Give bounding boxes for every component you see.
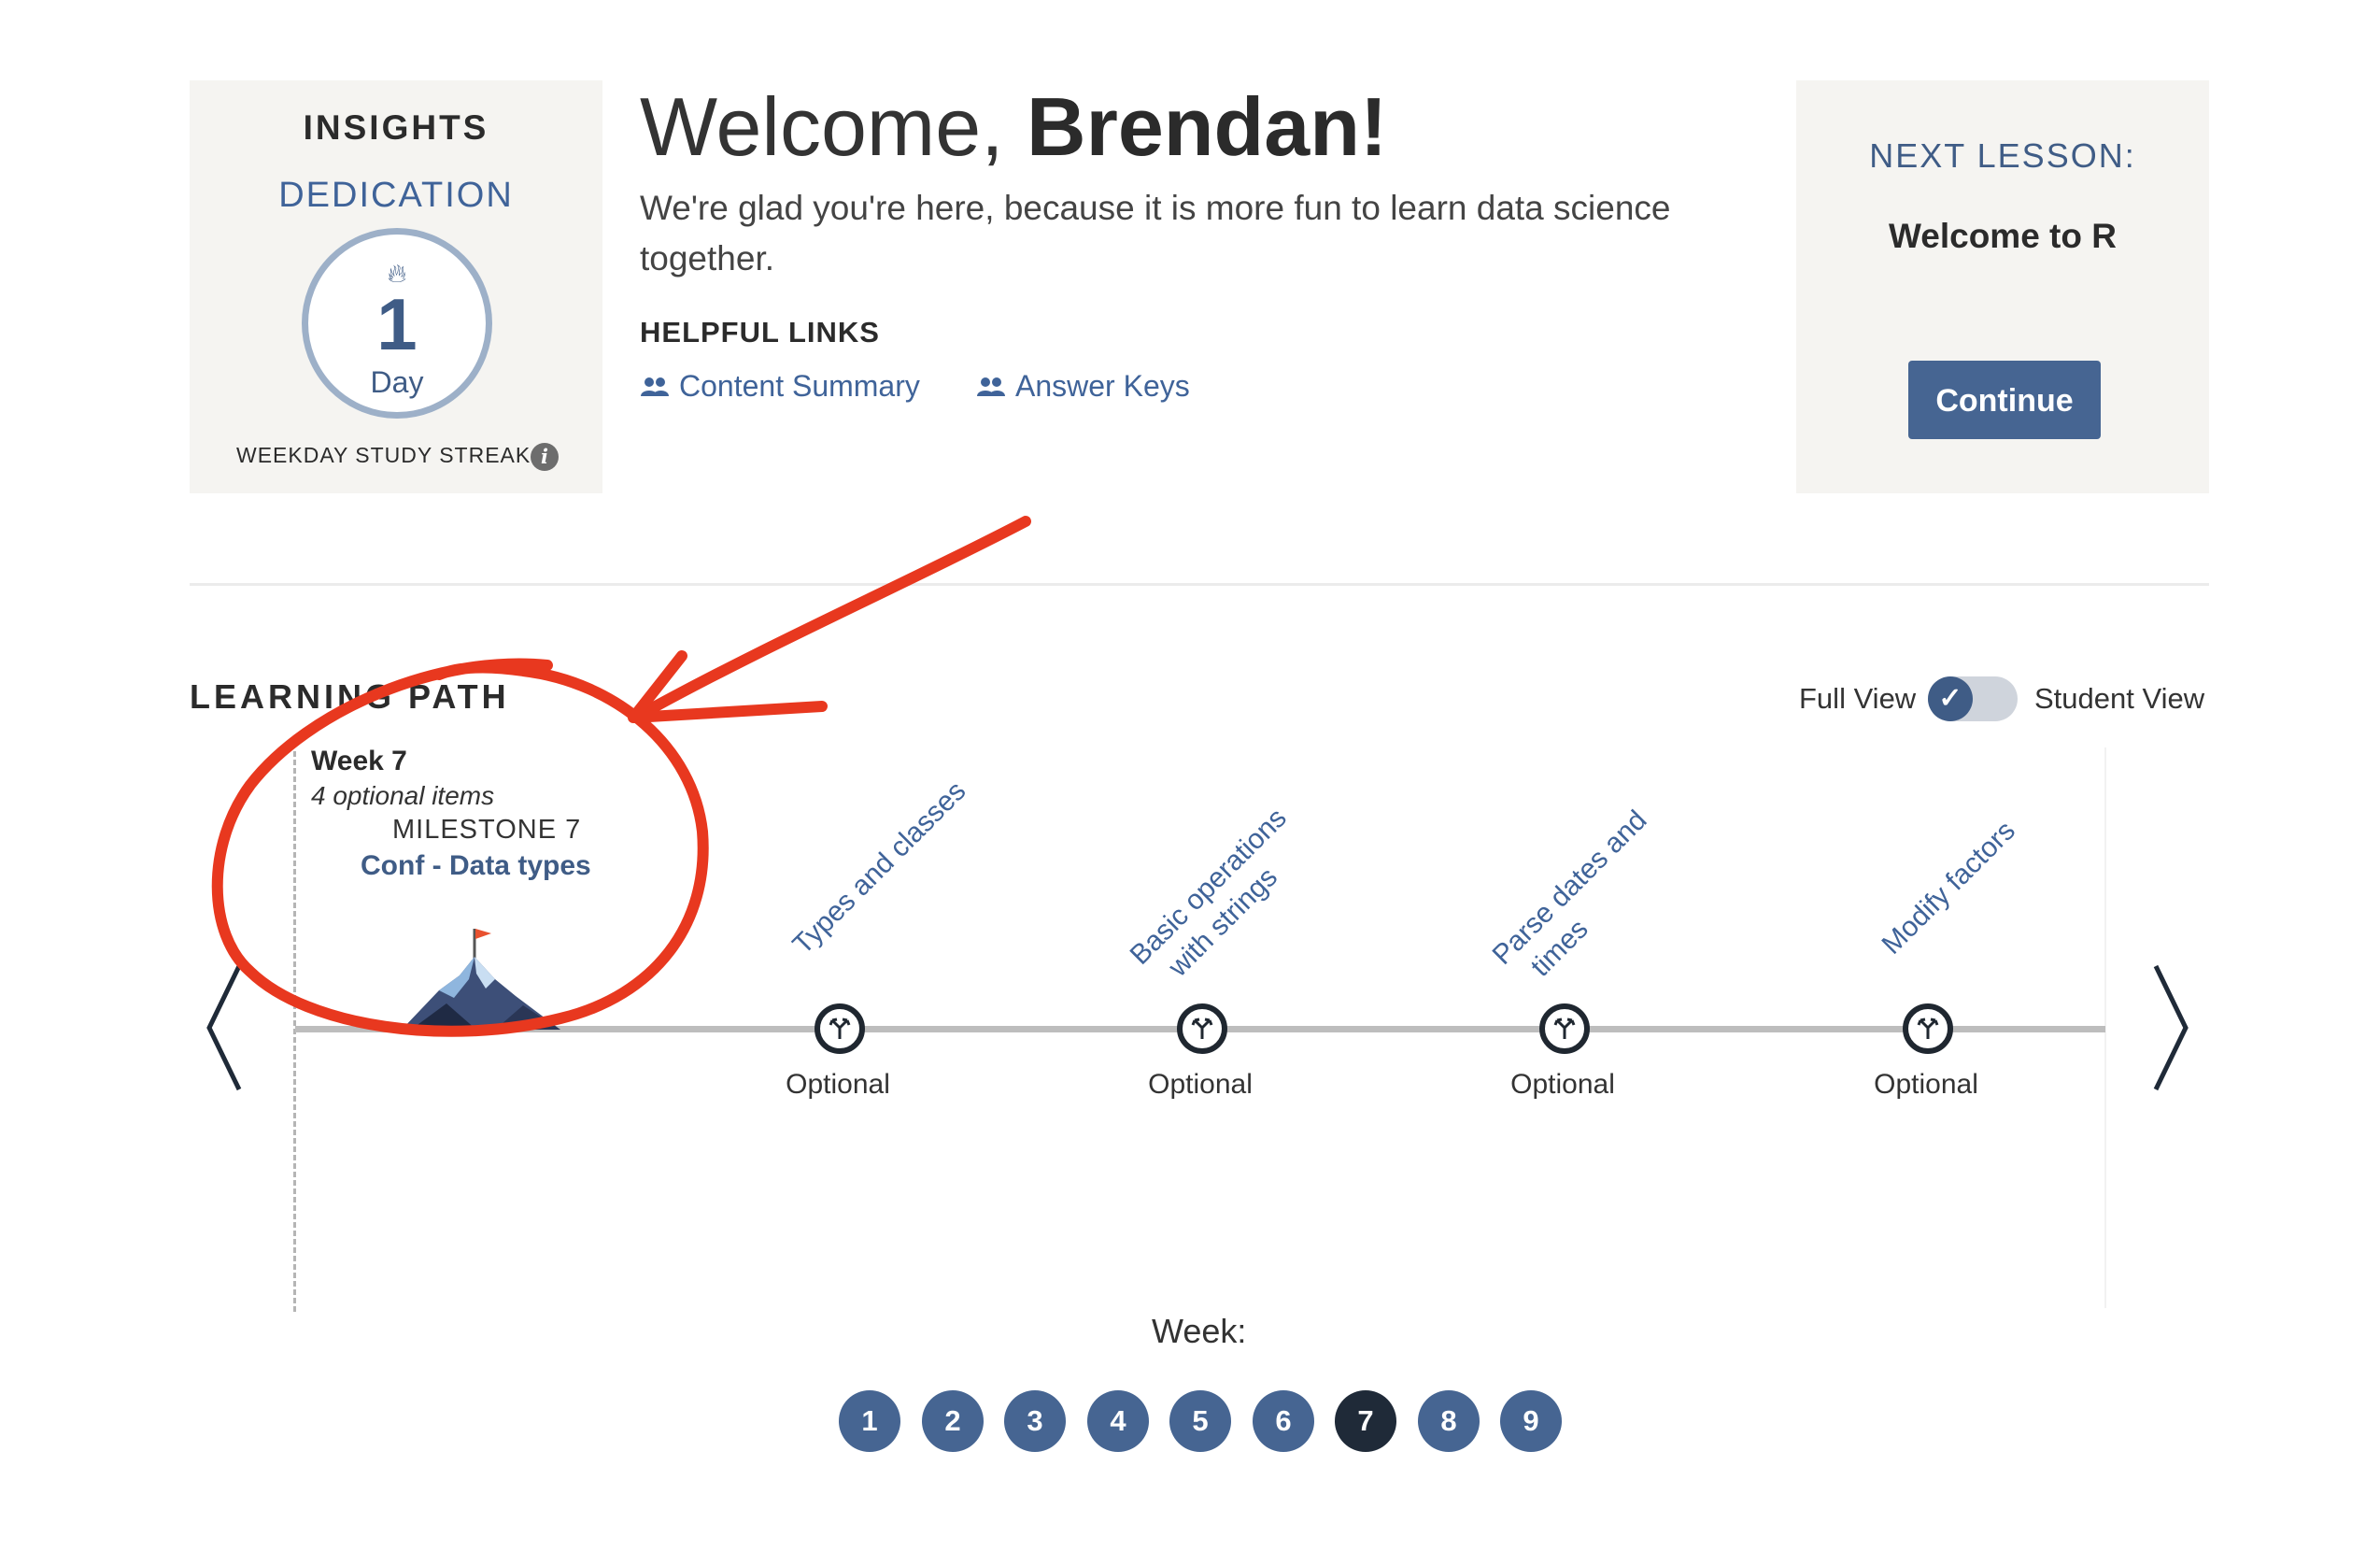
insights-card: INSIGHTS DEDICATION 🔥︎ 1 Day WEEKDAY STU…	[190, 80, 602, 493]
welcome-name: Brendan!	[1027, 80, 1388, 173]
next-lesson-card: NEXT LESSON: Welcome to R Continue	[1796, 80, 2209, 493]
week-button-1[interactable]: 1	[839, 1390, 900, 1452]
info-icon[interactable]: i	[531, 443, 559, 471]
week-button-8[interactable]: 8	[1418, 1390, 1480, 1452]
topic-modify-factors[interactable]: Modify factors	[1875, 814, 2023, 962]
view-toggle[interactable]: ✓	[1928, 676, 2018, 721]
week-button-6[interactable]: 6	[1253, 1390, 1314, 1452]
streak-label: WEEKDAY STUDY STREAK	[236, 443, 531, 467]
branch-icon	[1553, 1017, 1576, 1039]
section-divider	[190, 583, 2209, 586]
optional-label: Optional	[786, 1069, 890, 1100]
milestone-name[interactable]: Conf - Data types	[361, 850, 591, 882]
answer-keys-label: Answer Keys	[1015, 369, 1190, 403]
full-view-label: Full View	[1799, 682, 1917, 715]
streak-unit: Day	[370, 365, 424, 399]
annotation-arrowhead	[628, 650, 828, 723]
helpful-links-title: HELPFUL LINKS	[640, 316, 880, 349]
streak-circle: 🔥︎ 1 Day	[302, 228, 492, 419]
topic-basic-operations[interactable]: Basic operations with strings	[1123, 801, 1320, 998]
learning-path-title: LEARNING PATH	[190, 677, 510, 716]
branch-icon	[1191, 1017, 1213, 1039]
milestone-label: MILESTONE 7	[392, 815, 582, 845]
student-view-label: Student View	[2034, 682, 2205, 715]
continue-button[interactable]: Continue	[1908, 361, 2101, 439]
topic-types-and-classes[interactable]: Types and classes	[786, 775, 973, 962]
week-button-2[interactable]: 2	[922, 1390, 984, 1452]
next-lesson-title: NEXT LESSON:	[1869, 136, 2136, 175]
insights-title: INSIGHTS	[303, 108, 489, 147]
content-summary-link[interactable]: Content Summary	[640, 369, 920, 404]
week-button-7[interactable]: 7	[1335, 1390, 1396, 1452]
branch-icon	[829, 1017, 851, 1039]
previous-arrow-icon[interactable]	[202, 962, 248, 1093]
week-header: Week 7	[311, 746, 407, 776]
streak-value: 1	[376, 283, 418, 365]
check-icon: ✓	[1928, 676, 1973, 721]
week-selector-label: Week:	[1152, 1312, 1247, 1350]
week-subtitle: 4 optional items	[311, 781, 495, 810]
week-button-5[interactable]: 5	[1169, 1390, 1231, 1452]
branch-icon	[1917, 1017, 1939, 1039]
annotation-arrow	[630, 516, 1031, 723]
dedication-label: DEDICATION	[278, 176, 514, 215]
people-icon	[977, 377, 1005, 396]
people-icon	[641, 377, 669, 396]
mountain-milestone-icon[interactable]	[402, 925, 570, 1032]
week-button-3[interactable]: 3	[1004, 1390, 1066, 1452]
week-button-4[interactable]: 4	[1087, 1390, 1149, 1452]
welcome-greeting: Welcome,	[640, 80, 1027, 173]
optional-label: Optional	[1874, 1069, 1978, 1100]
welcome-message: We're glad you're here, because it is mo…	[640, 189, 1671, 277]
optional-label: Optional	[1510, 1069, 1615, 1100]
welcome-heading: Welcome, Brendan!	[640, 80, 1387, 174]
next-lesson-name: Welcome to R	[1889, 217, 2117, 255]
next-arrow-icon[interactable]	[2146, 962, 2193, 1093]
optional-label: Optional	[1148, 1069, 1253, 1100]
topic-parse-dates[interactable]: Parse dates and times	[1485, 804, 1679, 998]
content-summary-label: Content Summary	[679, 369, 920, 403]
week-button-9[interactable]: 9	[1500, 1390, 1562, 1452]
answer-keys-link[interactable]: Answer Keys	[976, 369, 1190, 404]
